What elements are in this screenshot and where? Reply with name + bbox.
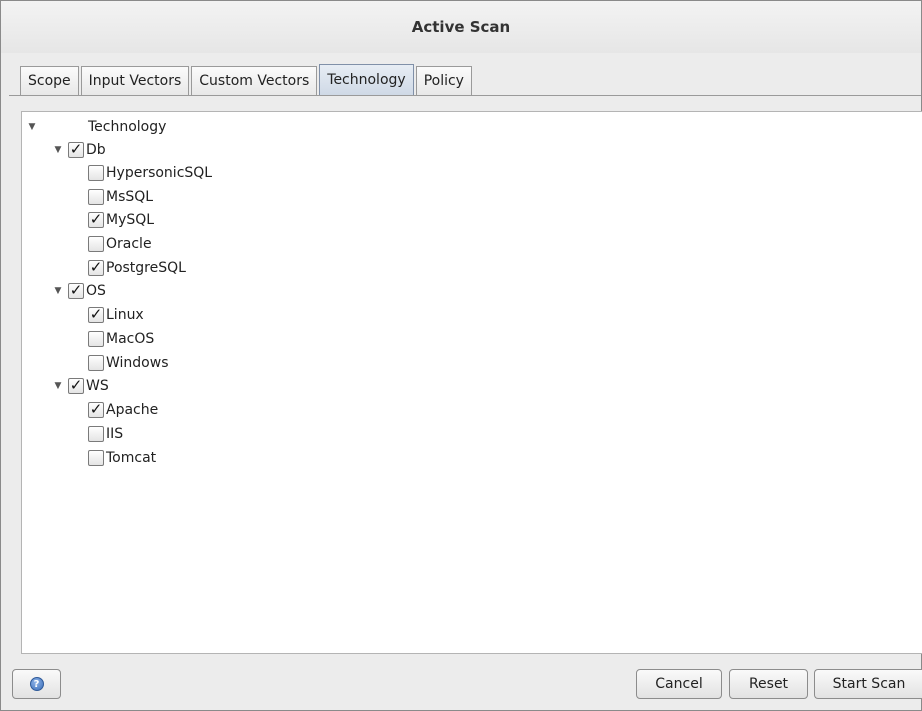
checkbox-oracle[interactable] [88, 235, 104, 252]
tree-root[interactable]: ▼ Technology [26, 115, 167, 138]
checkbox-mssql[interactable] [88, 188, 104, 205]
checkbox-linux[interactable] [88, 306, 104, 323]
checkbox-hypersonicsql[interactable] [88, 164, 104, 181]
technology-tree[interactable]: ▼ Technology ▼ Db HypersonicSQL MsSQL My… [21, 111, 922, 654]
tab-divider [9, 95, 921, 99]
tree-item-tomcat[interactable]: Tomcat [88, 446, 156, 469]
tree-group-os[interactable]: ▼ OS [52, 279, 106, 302]
checkbox-windows[interactable] [88, 354, 104, 371]
checkbox-tomcat[interactable] [88, 449, 104, 466]
tab-custom-vectors[interactable]: Custom Vectors [191, 66, 318, 95]
tree-item-label: Tomcat [106, 449, 157, 466]
cancel-button[interactable]: Cancel [636, 669, 722, 699]
tab-bar: Scope Input Vectors Custom Vectors Techn… [20, 64, 474, 95]
tree-item-apache[interactable]: Apache [88, 398, 158, 421]
tree-group-ws[interactable]: ▼ WS [52, 374, 109, 397]
tree-group-label: Db [86, 141, 106, 158]
window-title: Active Scan [411, 18, 511, 36]
tree-item-label: PostgreSQL [106, 259, 186, 276]
tree-group-label: OS [86, 282, 106, 299]
checkbox-iis[interactable] [88, 425, 104, 442]
tree-item-label: Windows [106, 354, 169, 371]
tab-policy[interactable]: Policy [415, 66, 472, 95]
tree-item-macos[interactable]: MacOS [88, 327, 154, 350]
checkbox-macos[interactable] [88, 330, 104, 347]
tree-item-label: MacOS [106, 330, 155, 347]
checkbox-ws[interactable] [68, 377, 84, 394]
expand-triangle-icon[interactable]: ▼ [52, 286, 64, 296]
tree-group-db[interactable]: ▼ Db [52, 138, 106, 161]
tree-item-label: Linux [106, 306, 144, 323]
tree-item-linux[interactable]: Linux [88, 303, 144, 326]
expand-triangle-icon[interactable]: ▼ [52, 381, 64, 391]
reset-button[interactable]: Reset [729, 669, 808, 699]
checkbox-db[interactable] [68, 141, 84, 158]
tree-item-mysql[interactable]: MySQL [88, 208, 154, 231]
expand-triangle-icon[interactable]: ▼ [26, 122, 38, 132]
tab-input-vectors[interactable]: Input Vectors [80, 66, 190, 95]
help-icon: ? [29, 677, 44, 691]
tree-item-postgresql[interactable]: PostgreSQL [88, 256, 186, 279]
start-scan-button[interactable]: Start Scan [814, 669, 922, 699]
tree-item-label: MsSQL [106, 188, 154, 205]
tree-group-label: WS [86, 377, 109, 394]
tree-item-windows[interactable]: Windows [88, 351, 169, 374]
expand-triangle-icon[interactable]: ▼ [52, 145, 64, 155]
tree-item-label: MySQL [106, 211, 155, 228]
tree-item-iis[interactable]: IIS [88, 422, 123, 445]
checkbox-apache[interactable] [88, 401, 104, 418]
checkbox-mysql[interactable] [88, 211, 104, 228]
tree-item-hypersonicsql[interactable]: HypersonicSQL [88, 161, 212, 184]
tree-item-label: HypersonicSQL [106, 164, 213, 181]
tab-scope[interactable]: Scope [20, 66, 79, 95]
tree-root-label: Technology [88, 118, 167, 135]
tab-technology[interactable]: Technology [319, 64, 414, 95]
active-scan-dialog: Active Scan Scope Input Vectors Custom V… [0, 0, 922, 711]
tree-item-oracle[interactable]: Oracle [88, 232, 152, 255]
tree-item-label: IIS [106, 425, 124, 442]
tree-item-label: Oracle [106, 235, 152, 252]
tree-item-mssql[interactable]: MsSQL [88, 185, 153, 208]
checkbox-os[interactable] [68, 282, 84, 299]
title-bar: Active Scan [1, 1, 921, 53]
tree-item-label: Apache [106, 401, 159, 418]
checkbox-postgresql[interactable] [88, 259, 104, 276]
help-button[interactable]: ? [12, 669, 61, 699]
